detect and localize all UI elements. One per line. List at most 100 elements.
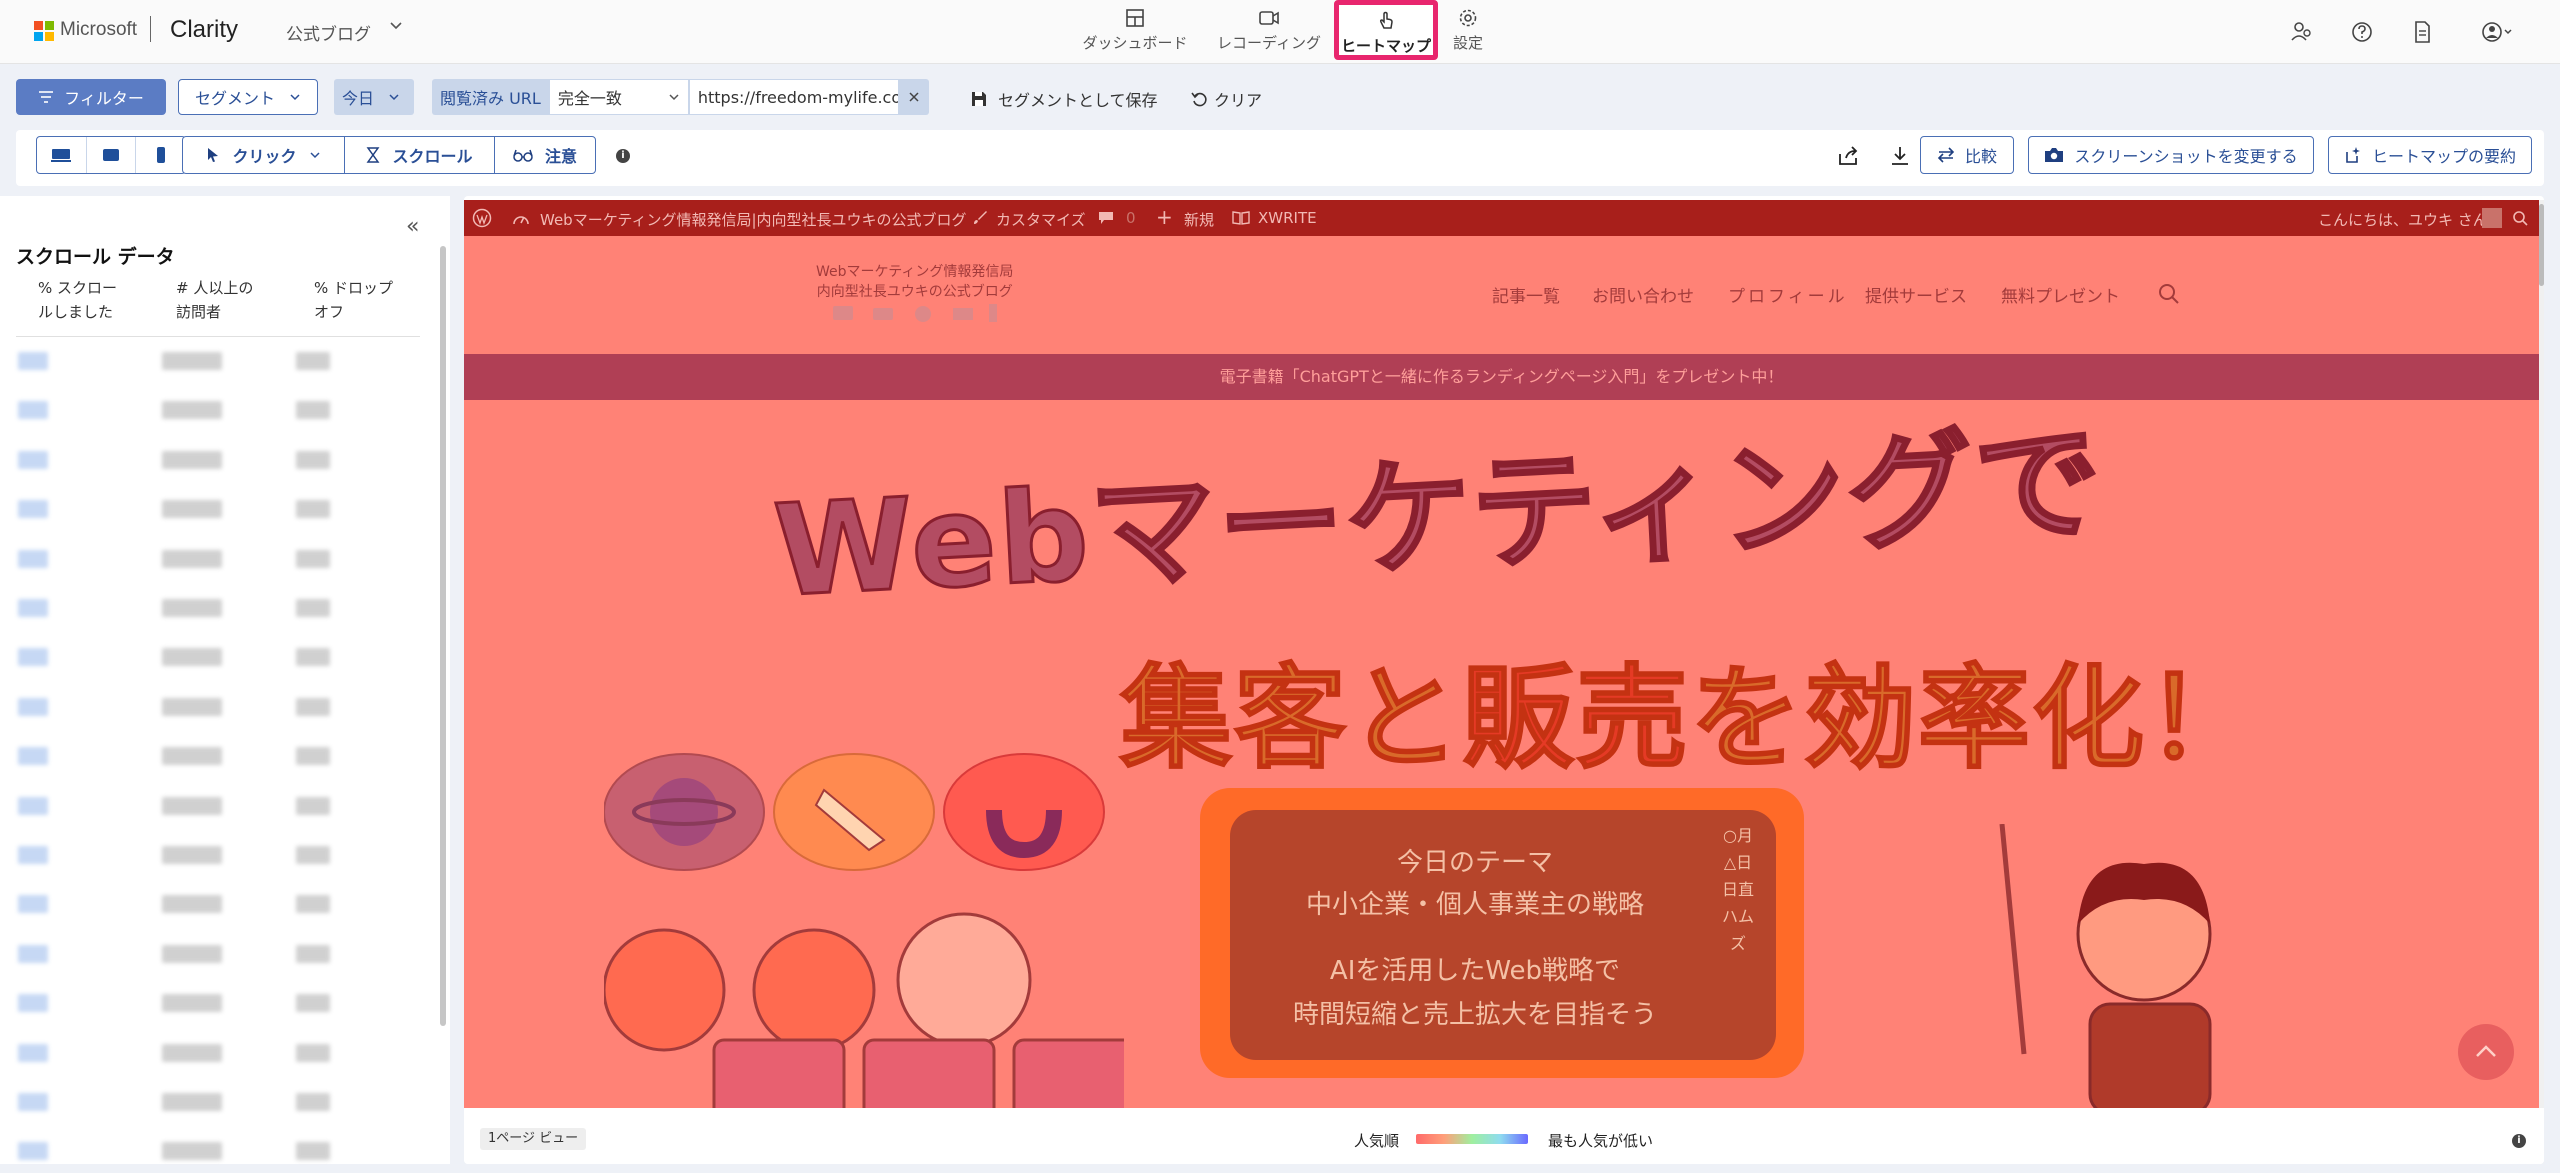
redacted-value [162,599,222,617]
url-match-dropdown[interactable]: 完全一致 [548,79,689,115]
theme-line: 中小企業・個人事業主の戦略 [1305,890,1644,920]
redacted-value [18,944,48,963]
theme-line: AIを活用したWeb戦略で [1329,956,1621,986]
table-row[interactable] [16,597,416,619]
nav-recordings[interactable]: レコーディング [1214,6,1324,58]
people-icon[interactable] [2288,18,2316,46]
clear-button[interactable]: クリア [1190,87,1262,111]
table-row[interactable] [16,844,416,866]
table-row[interactable] [16,1042,416,1064]
theme-vertical-text: ○月△日日直ハムズ [1721,826,1754,953]
segment-dropdown[interactable]: セグメント [178,79,318,115]
redacted-value [18,1043,48,1062]
filter-button[interactable]: フィルター [16,79,166,115]
date-range-dropdown[interactable]: 今日 [334,79,414,115]
redacted-value [296,895,330,914]
mode-attention-button[interactable]: 注意 [495,137,595,173]
redacted-value [162,450,222,469]
preview-scrollbar[interactable] [2539,200,2544,1108]
chevron-down-icon [309,152,320,159]
column-header-line: 訪問者 [176,303,222,321]
search-icon [2513,211,2528,226]
table-row[interactable] [16,548,416,570]
info-icon[interactable]: i [2512,1134,2526,1148]
save-as-segment-button[interactable]: セグメントとして保存 [970,87,1158,111]
redacted-value [296,944,330,963]
undo-icon [1191,92,1207,107]
device-tablet-button[interactable] [87,137,137,173]
table-row[interactable] [16,498,416,520]
document-icon[interactable] [2408,18,2436,46]
heatmap-preview: Webマーケティング情報発信局|内向型社長ユウキの公式ブログ カスタマイズ 0 … [464,196,2544,1164]
mode-click-dropdown[interactable]: クリック [183,137,345,173]
redacted-value [162,846,222,864]
nav-heatmaps[interactable]: ヒートマップ [1334,0,1438,60]
save-disk-icon [972,92,986,106]
device-mobile-button[interactable] [136,137,185,173]
brand-divider [150,16,151,42]
device-desktop-button[interactable] [37,137,87,173]
tablet-icon [103,149,119,161]
segment-dropdown-label: セグメント [194,89,275,108]
compare-label: 比較 [1964,147,1997,166]
redacted-value [296,846,330,864]
table-row[interactable] [16,646,416,668]
chevron-down-icon[interactable] [388,18,404,34]
table-row[interactable] [16,795,416,817]
page-screenshot-with-scroll-heatmap[interactable]: Webマーケティング情報発信局|内向型社長ユウキの公式ブログ カスタマイズ 0 … [464,200,2539,1108]
hero-headline-line2: 集客と販売を効率化！ [1119,628,2260,790]
redacted-value [18,599,48,617]
column-header-dropoff[interactable]: % ドロップ オフ [314,276,393,324]
table-row[interactable] [16,893,416,915]
table-row[interactable] [16,992,416,1014]
info-icon[interactable]: i [616,149,630,163]
hero-characters-illustration [604,753,1124,1108]
download-icon[interactable] [1888,144,1912,168]
help-icon[interactable] [2348,18,2376,46]
glasses-icon [513,149,533,162]
preview-scrollbar-thumb[interactable] [2539,204,2544,286]
share-icon[interactable] [1836,144,1860,168]
dashboard-gauge-icon [513,216,529,225]
admin-comment-count: 0 [1126,209,1136,227]
site-logo-line: Webマーケティング情報発信局 [816,264,1014,280]
compare-button[interactable]: 比較 [1920,136,2014,174]
column-header-line: オフ [314,303,345,321]
heatmap-summary-button[interactable]: ヒートマップの要約 [2328,136,2532,174]
change-screenshot-button[interactable]: スクリーンショットを変更する [2028,136,2314,174]
scroll-to-top-button[interactable] [2458,1024,2514,1080]
table-row[interactable] [16,943,416,965]
nav-dashboard[interactable]: ダッシュボード [1080,6,1190,58]
clear-label: クリア [1214,91,1263,110]
url-value-input[interactable]: https://freedom-mylife.com/ [688,79,899,115]
nav-heatmaps-label: ヒートマップ [1340,37,1431,55]
desktop-icon [51,149,72,162]
panel-scrollbar[interactable] [440,246,446,1026]
collapse-panel-icon[interactable]: « [406,214,419,239]
table-row[interactable] [16,1091,416,1113]
table-row[interactable] [16,745,416,767]
table-row[interactable] [16,350,416,372]
pointer-hand-icon [1379,11,1393,29]
admin-customize: カスタマイズ [996,211,1086,229]
table-row[interactable] [16,1140,416,1162]
column-header-scroll-percent[interactable]: % スクロー ルしました [38,276,117,324]
redacted-value [162,401,222,420]
redacted-value [162,500,222,519]
table-row[interactable] [16,696,416,718]
account-icon[interactable] [2480,18,2514,46]
nav-settings[interactable]: 設定 [1448,6,1488,58]
mode-scroll-button[interactable]: スクロール [345,137,495,173]
site-nav-articles: 記事一覧 [1492,287,1560,307]
dashboard-icon [1126,9,1144,27]
wordpress-logo-icon [472,208,492,228]
column-header-visitors[interactable]: # 人以上の 訪問者 [176,276,253,324]
page-views-chip: 1ページ ビュー [480,1128,587,1150]
project-selector-label[interactable]: 公式ブログ [286,20,371,45]
table-row[interactable] [16,399,416,421]
table-row[interactable] [16,449,416,471]
redacted-value [296,994,330,1013]
preview-footer: 1ページ ビュー 人気順 最も人気が低い i [464,1108,2544,1164]
app-title[interactable]: Clarity [170,16,238,44]
remove-filter-button[interactable] [899,79,929,115]
